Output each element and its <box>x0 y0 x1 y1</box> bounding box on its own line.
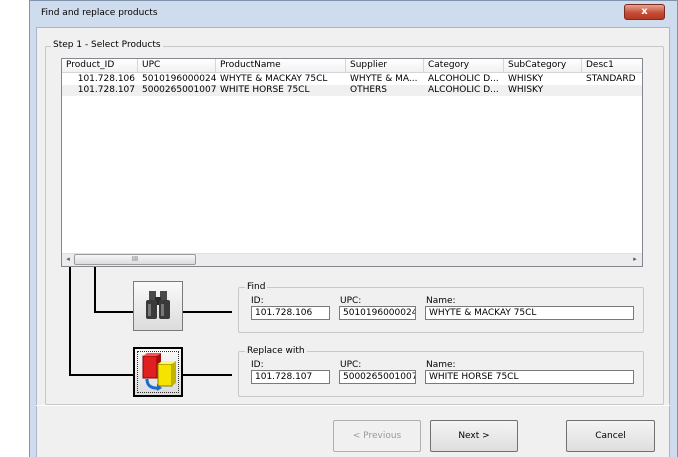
find-legend: Find <box>245 282 268 292</box>
close-button[interactable]: x <box>624 4 665 20</box>
cell-subcategory: WHISKY <box>508 74 544 84</box>
find-icon-button[interactable] <box>133 281 183 331</box>
connector-line-replace-right <box>183 374 232 376</box>
cell-desc1 <box>582 85 642 96</box>
find-id-label: ID: <box>251 296 264 306</box>
close-icon: x <box>641 6 648 17</box>
cancel-button[interactable]: Cancel <box>566 420 655 452</box>
cell-product-id: 101.728.106 <box>77 74 135 84</box>
cell-upc: 5000265001007 <box>142 85 216 95</box>
connector-line-vertical-outer <box>69 267 71 376</box>
column-header-desc1[interactable]: Desc1 <box>582 59 642 73</box>
cell-desc1: STANDARD <box>586 74 636 84</box>
replace-upc-field[interactable]: 5000265001007 <box>339 370 416 384</box>
products-grid[interactable]: Product_ID UPC ProductName Supplier Cate… <box>61 58 643 267</box>
table-row[interactable]: 101.728.107 5000265001007 WHITE HORSE 75… <box>62 85 642 96</box>
cell-product-name: WHITE HORSE 75CL <box>220 85 310 95</box>
replace-id-field[interactable]: 101.728.107 <box>251 370 330 384</box>
replace-boxes-icon <box>142 353 176 391</box>
scrollbar-thumb[interactable]: III <box>74 254 196 265</box>
column-header-category[interactable]: Category <box>424 59 504 73</box>
column-header-product-id[interactable]: Product_ID <box>62 59 138 73</box>
replace-id-label: ID: <box>251 360 264 370</box>
cell-category: ALCOHOLIC D... <box>428 74 499 84</box>
cell-product-name: WHYTE & MACKAY 75CL <box>220 74 328 84</box>
find-name-label: Name: <box>426 296 456 306</box>
scroll-right-icon[interactable]: ▸ <box>630 254 640 265</box>
find-name-field[interactable]: WHYTE & MACKAY 75CL <box>425 306 634 320</box>
column-header-product-name[interactable]: ProductName <box>216 59 346 73</box>
cell-subcategory: WHISKY <box>508 85 544 95</box>
scroll-left-icon[interactable]: ◂ <box>63 254 73 265</box>
replace-name-label: Name: <box>426 360 456 370</box>
column-header-supplier[interactable]: Supplier <box>346 59 424 73</box>
replace-name-field[interactable]: WHITE HORSE 75CL <box>425 370 634 384</box>
cell-product-id: 101.728.107 <box>77 85 135 95</box>
replace-upc-label: UPC: <box>340 360 362 370</box>
column-header-subcategory[interactable]: SubCategory <box>504 59 582 73</box>
window-title: Find and replace products <box>41 8 158 18</box>
binoculars-icon <box>146 291 170 319</box>
column-header-upc[interactable]: UPC <box>138 59 216 73</box>
connector-line-replace-left <box>69 374 133 376</box>
cell-supplier: OTHERS <box>350 85 388 95</box>
find-id-field[interactable]: 101.728.106 <box>251 306 330 320</box>
next-button[interactable]: Next > <box>430 420 518 452</box>
cell-supplier: WHYTE & MA... <box>350 74 418 84</box>
cell-category: ALCOHOLIC D... <box>428 85 499 95</box>
cell-upc: 5010196000024 <box>142 74 216 84</box>
step-legend: Step 1 - Select Products <box>51 40 163 50</box>
replace-icon-button[interactable] <box>133 347 183 397</box>
table-row[interactable]: 101.728.106 5010196000024 WHYTE & MACKAY… <box>62 74 642 85</box>
connector-line-vertical-inner <box>94 267 96 313</box>
previous-button[interactable]: < Previous <box>333 420 421 452</box>
bottom-separator <box>36 405 670 406</box>
find-upc-field[interactable]: 5010196000024 <box>339 306 416 320</box>
connector-line-find-right <box>183 311 232 313</box>
connector-line-find-left <box>94 311 133 313</box>
find-upc-label: UPC: <box>340 296 362 306</box>
replace-legend: Replace with <box>245 346 307 356</box>
